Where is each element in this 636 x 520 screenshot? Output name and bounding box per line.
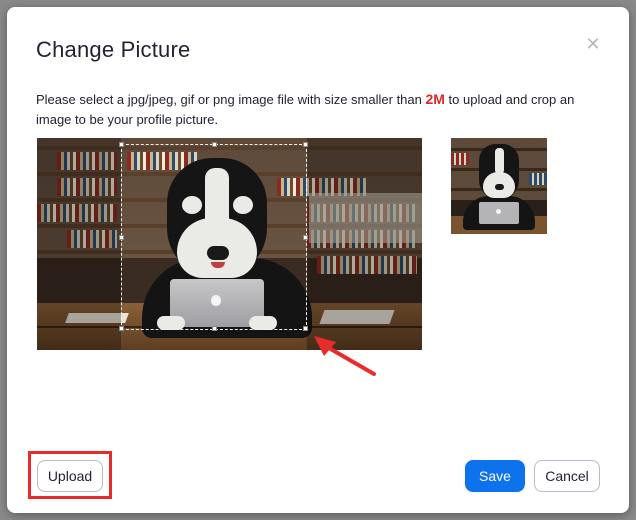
- crop-handle-left[interactable]: [119, 235, 124, 240]
- crop-image-area[interactable]: [37, 138, 422, 350]
- crop-handle-top-left[interactable]: [119, 142, 124, 147]
- crop-handle-bottom[interactable]: [212, 326, 217, 331]
- crop-selection-box[interactable]: [119, 142, 308, 331]
- size-limit-highlight: 2M: [425, 91, 445, 107]
- annotation-arrow: [314, 336, 376, 376]
- change-picture-dialog: Change Picture ✕ Please select a jpg/jpe…: [7, 7, 629, 513]
- crop-mask-left: [37, 138, 121, 350]
- save-button[interactable]: Save: [465, 460, 525, 492]
- crop-handle-top[interactable]: [212, 142, 217, 147]
- close-icon[interactable]: ✕: [585, 35, 601, 53]
- crop-handle-bottom-left[interactable]: [119, 326, 124, 331]
- profile-preview-thumbnail: [451, 138, 547, 234]
- upload-button[interactable]: Upload: [37, 460, 103, 492]
- crop-handle-right[interactable]: [303, 235, 308, 240]
- dialog-title: Change Picture: [36, 37, 191, 62]
- cancel-button[interactable]: Cancel: [534, 460, 600, 492]
- crop-mask-right: [307, 138, 422, 350]
- dialog-description: Please select a jpg/jpeg, gif or png ima…: [36, 89, 596, 130]
- description-text-before: Please select a jpg/jpeg, gif or png ima…: [36, 92, 426, 107]
- crop-handle-top-right[interactable]: [303, 142, 308, 147]
